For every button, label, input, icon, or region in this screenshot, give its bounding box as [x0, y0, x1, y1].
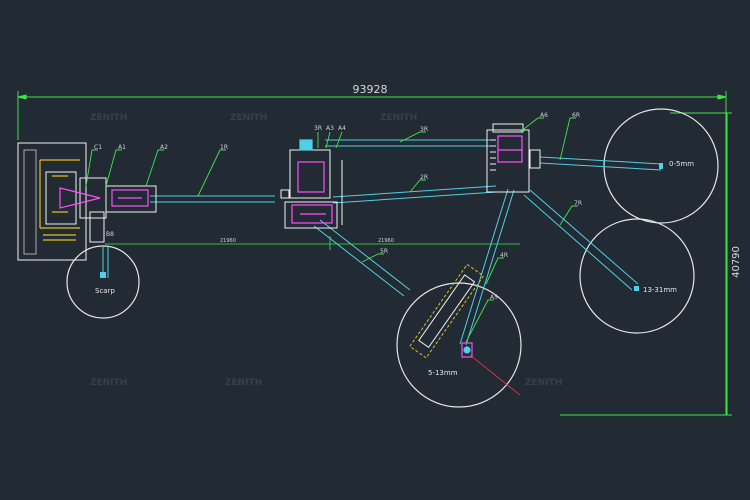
callout-3r: 3R	[420, 126, 428, 133]
conveyor-3r	[325, 139, 490, 147]
leader-lines	[85, 117, 578, 343]
watermark: ZENITH	[380, 113, 417, 123]
conveyor-5r	[313, 219, 411, 297]
medium-stockpile	[579, 218, 695, 334]
callout-a4: A4	[338, 125, 346, 132]
screen-building	[486, 123, 541, 193]
conveyor-1r	[150, 195, 275, 203]
watermark: ZENITH	[90, 113, 127, 123]
span-left-label: 21960	[220, 238, 236, 244]
callout-4r: 4R	[500, 252, 508, 259]
span-dimension	[105, 236, 520, 250]
callout-7r: 7R	[574, 200, 582, 207]
watermark: ZENITH	[90, 378, 127, 388]
overall-width-label: 93928	[353, 83, 388, 96]
conveyor-4r	[459, 188, 515, 346]
watermark: ZENITH	[230, 113, 267, 123]
discharge-markers	[100, 163, 663, 291]
callout-a1: A1	[118, 144, 126, 151]
crusher-machine	[291, 161, 333, 224]
red-axis-line	[469, 354, 521, 396]
callout-b8: B8	[106, 231, 114, 238]
callout-a2: A2	[160, 144, 168, 151]
medium-label: 13-31mm	[643, 286, 677, 294]
watermark: ZENITH	[225, 378, 262, 388]
stockpiles	[66, 108, 719, 408]
watermark: ZENITH	[525, 378, 562, 388]
scarp-label: Scarp	[95, 287, 115, 295]
callout-a6: A6	[540, 112, 548, 119]
conveyor-6r	[539, 156, 662, 171]
callout-5r: 5R	[380, 248, 388, 255]
watermark-layer: ZENITH ZENITH ZENITH ZENITH ZENITH ZENIT…	[90, 113, 562, 388]
screen-machine	[497, 135, 523, 163]
span-right-label: 21960	[378, 238, 394, 244]
primary-crusher	[59, 187, 149, 209]
callout-a3: A3	[326, 125, 334, 132]
callout-a5: A5	[490, 294, 498, 301]
callout-1r: 1R	[220, 144, 228, 151]
plant-layout-drawing: ZENITH ZENITH ZENITH ZENITH ZENITH ZENIT…	[17, 83, 742, 416]
callout-3r-top: 3R	[314, 125, 322, 132]
small-label: 5-13mm	[428, 369, 458, 377]
callout-6r: 6R	[572, 112, 580, 119]
height-dimension	[560, 112, 732, 416]
fine-label: 0-5mm	[669, 160, 694, 168]
callout-2r: 2R	[420, 174, 428, 181]
crusher-cyan-parts	[299, 139, 313, 151]
overall-height-label: 40790	[731, 246, 742, 278]
callout-c1: C1	[94, 144, 102, 151]
conveyor-2r	[332, 185, 497, 204]
small-stockpile	[396, 282, 522, 408]
